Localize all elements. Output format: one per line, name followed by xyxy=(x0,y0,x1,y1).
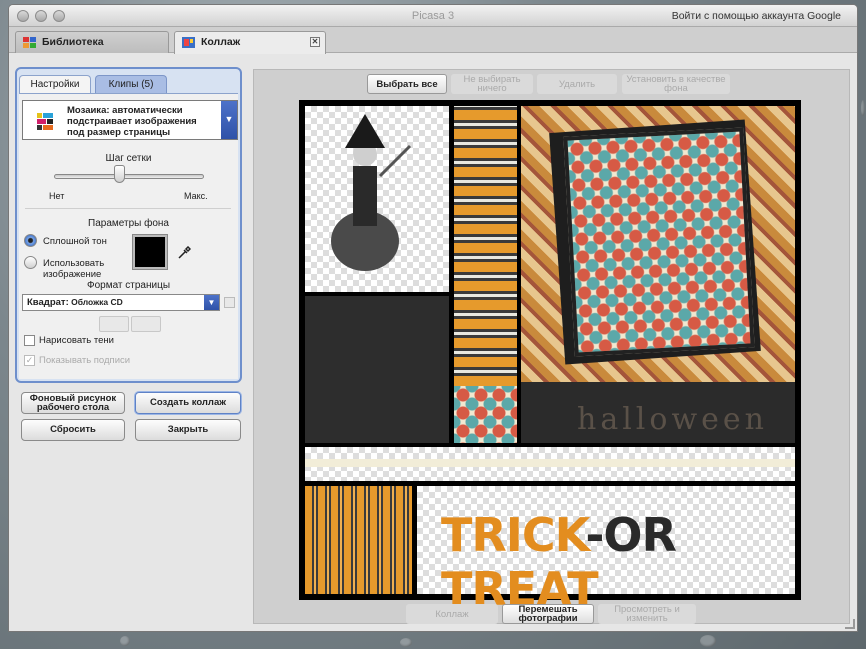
polka-dot-photo xyxy=(563,127,755,357)
page-format-label: Формат страницы xyxy=(86,280,171,291)
background-color-swatch[interactable] xyxy=(133,235,167,269)
mosaic-icon xyxy=(37,113,53,130)
page-format-value-bold: Квадрат: xyxy=(27,297,69,308)
collage-vertical-stripes[interactable] xyxy=(305,486,412,594)
ribbon xyxy=(305,459,795,467)
draw-shadows-label: Нарисовать тени xyxy=(39,335,114,346)
tab-library[interactable]: Библиотека xyxy=(15,31,169,53)
collage-ribbon-strip[interactable] xyxy=(305,447,795,481)
grid-max-label: Макс. xyxy=(184,191,208,201)
grid-step-slider-knob[interactable] xyxy=(114,165,125,183)
tab-collage[interactable]: Коллаж ✕ xyxy=(174,31,326,54)
tab-bar: Библиотека Коллаж ✕ xyxy=(9,27,857,54)
close-tab-icon[interactable]: ✕ xyxy=(310,37,320,47)
solid-color-label: Сплошной тон xyxy=(43,236,107,247)
collage-view-button[interactable]: Коллаж xyxy=(406,604,498,624)
collage-canvas[interactable]: halloween TRICK-OR TREAT xyxy=(299,100,801,616)
halloween-text: halloween xyxy=(577,402,768,437)
shuffle-photos-button[interactable]: Перемешать фотографии xyxy=(502,604,594,624)
delete-button[interactable]: Удалить xyxy=(537,74,617,94)
background-params-label: Параметры фона xyxy=(88,218,169,229)
google-signin-link[interactable]: Войти с помощью аккаунта Google xyxy=(672,10,841,22)
dropdown-arrow-icon[interactable]: ▼ xyxy=(221,101,237,139)
page-format-value: Обложка CD xyxy=(68,297,123,307)
collage-photo-witch[interactable] xyxy=(305,106,449,292)
grid-step-label: Шаг сетки xyxy=(105,153,152,164)
raindrop xyxy=(861,100,865,116)
settings-body: Мозаика: автоматически подстраивает изоб… xyxy=(19,93,238,379)
reset-button[interactable]: Сбросить xyxy=(21,419,125,441)
settings-panel: Настройки Клипы (5) Мозаика: автоматичес… xyxy=(15,67,242,383)
select-all-button[interactable]: Выбрать все xyxy=(367,74,447,94)
tab-collage-label: Коллаж xyxy=(201,36,241,48)
page-format-arrow-icon[interactable]: ▼ xyxy=(204,295,219,310)
grid-min-label: Нет xyxy=(49,191,65,201)
tab-settings[interactable]: Настройки xyxy=(19,75,91,93)
landscape-orientation-icon xyxy=(99,316,129,332)
eyedropper-icon[interactable] xyxy=(177,246,191,260)
solid-color-radio[interactable] xyxy=(24,234,37,247)
trick-text: TRICK xyxy=(441,508,586,562)
show-captions-label: Показывать подписи xyxy=(39,355,131,366)
custom-format-icon xyxy=(224,297,235,308)
raindrop xyxy=(700,635,716,647)
divider xyxy=(25,208,231,209)
set-desktop-background-button[interactable]: Фоновый рисунок рабочего стола xyxy=(21,392,125,414)
tab-library-label: Библиотека xyxy=(42,36,104,48)
set-as-background-button[interactable]: Установить в качестве фона xyxy=(622,74,730,94)
raindrop xyxy=(400,638,412,647)
or-text: -OR xyxy=(585,508,677,562)
close-button[interactable]: Закрыть xyxy=(135,419,241,441)
page-format-select[interactable]: Квадрат: Обложка CD ▼ xyxy=(22,294,220,311)
create-collage-button[interactable]: Создать коллаж xyxy=(135,392,241,414)
collage-mode-select[interactable]: Мозаика: автоматически подстраивает изоб… xyxy=(22,100,238,140)
view-and-edit-button[interactable]: Просмотреть и изменить xyxy=(598,604,696,624)
use-image-radio[interactable] xyxy=(24,256,37,269)
picasa-window: Picasa 3 Войти с помощью аккаунта Google… xyxy=(8,4,858,632)
trick-or-treat-text: TRICK-OR TREAT xyxy=(441,508,801,616)
collage-halloween-card[interactable]: halloween xyxy=(521,106,795,443)
mode-name: Мозаика xyxy=(67,105,107,116)
library-icon xyxy=(23,37,36,48)
use-image-label: Использовать изображение xyxy=(43,258,105,280)
draw-shadows-checkbox[interactable] xyxy=(24,335,35,346)
collage-dark-paper[interactable] xyxy=(305,296,449,443)
collage-workspace: Выбрать все Не выбирать ничего Удалить У… xyxy=(253,69,850,624)
grid-step-slider-track[interactable] xyxy=(54,174,204,179)
collage-icon xyxy=(182,37,195,48)
raindrop xyxy=(120,636,130,646)
title-bar: Picasa 3 Войти с помощью аккаунта Google xyxy=(9,5,857,27)
show-captions-checkbox[interactable]: ✓ xyxy=(24,355,35,366)
select-none-button[interactable]: Не выбирать ничего xyxy=(451,74,533,94)
tab-clips[interactable]: Клипы (5) xyxy=(95,75,167,93)
collage-dots-corner[interactable] xyxy=(454,386,517,443)
witch-on-pumpkin-image xyxy=(331,114,412,271)
portrait-orientation-icon xyxy=(131,316,161,332)
resize-grip-icon[interactable] xyxy=(845,619,855,629)
